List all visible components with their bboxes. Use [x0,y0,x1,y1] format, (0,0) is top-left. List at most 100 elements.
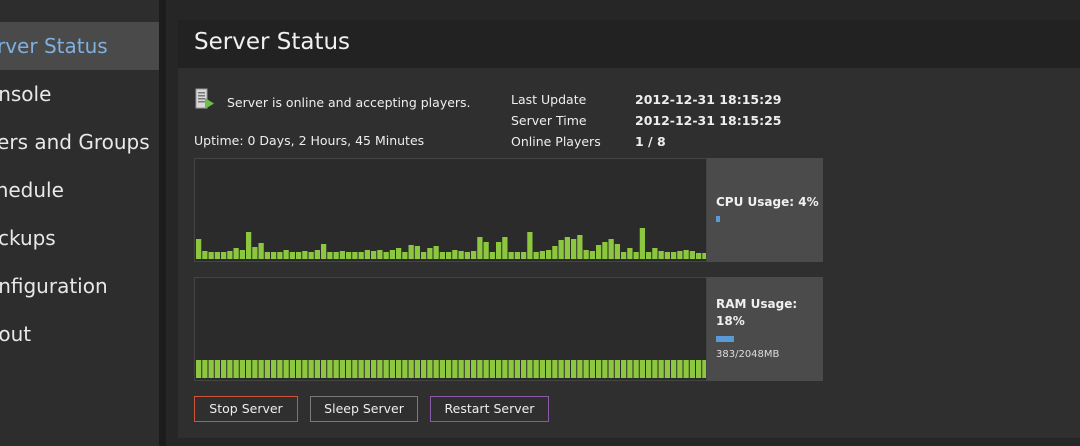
ram-history-bar [527,360,533,378]
cpu-history-bar [477,237,483,259]
ram-history-bar [214,360,220,378]
ram-history-bar [389,360,395,378]
cpu-history-bar [252,247,258,259]
ram-history-bar [264,360,270,378]
restart-server-button[interactable]: Restart Server [430,396,549,422]
ram-history-bar [471,360,477,378]
cpu-history-bar [658,251,664,259]
ram-history-bar [658,360,664,378]
cpu-history-bar [408,245,414,259]
ram-history-bar [414,360,420,378]
cpu-history-bar [583,250,589,259]
ram-history-bar [552,360,558,378]
cpu-history-bar [677,251,683,259]
ram-history-bar [546,360,552,378]
ram-history-bar [252,360,258,378]
ram-history-bar [383,360,389,378]
cpu-history-bar [571,239,577,259]
cpu-history-bar [346,252,352,259]
ram-history-bar [302,360,308,378]
cpu-history-bar [639,228,645,259]
ram-history-bar [596,360,602,378]
sidebar-item-console[interactable]: Console [0,70,159,118]
cpu-history-bar [464,252,470,259]
cpu-history-bar [683,250,689,259]
sidebar-item-users-and-groups[interactable]: Users and Groups [0,118,159,166]
ram-history-bar [589,360,595,378]
cpu-history-bar [327,252,333,259]
ram-history-bar [196,360,202,378]
sidebar-item-schedule[interactable]: Schedule [0,166,159,214]
cpu-history-bar [289,252,295,259]
cpu-history-bar [277,252,283,259]
ram-history-bar [483,360,489,378]
ram-history-bar [477,360,483,378]
cpu-history-bar [377,250,383,259]
server-status-message: Server is online and accepting players. [227,95,471,110]
ram-usage-percent: 18% [716,314,745,328]
ram-usage-chart [196,360,706,378]
app-root: Server Status Console Users and Groups S… [0,0,1080,446]
cpu-history-bar [521,252,527,259]
ram-history-bar [439,360,445,378]
cpu-history-bar [527,232,533,259]
sidebar-item-configuration[interactable]: Configuration [0,262,159,310]
cpu-history-bar [671,252,677,259]
ram-history-bar [308,360,314,378]
cpu-history-bar [352,252,358,259]
cpu-history-bar [589,251,595,259]
stop-server-button[interactable]: Stop Server [194,396,298,422]
cpu-history-bar [496,242,502,259]
ram-usage-graph [194,277,707,381]
cpu-history-bar [396,248,402,259]
cpu-usage-graph [194,158,707,262]
cpu-history-bar [489,252,495,259]
ram-history-bar [314,360,320,378]
sleep-server-button[interactable]: Sleep Server [310,396,418,422]
ram-history-bar [558,360,564,378]
ram-history-bar [521,360,527,378]
ram-history-bar [621,360,627,378]
cpu-history-bar [427,248,433,259]
ram-history-bar [221,360,227,378]
ram-history-bar [577,360,583,378]
sidebar-item-about[interactable]: About [0,310,159,358]
cpu-usage-chart [196,228,706,259]
cpu-history-bar [402,252,408,259]
cpu-history-bar [308,252,314,259]
ram-history-bar [627,360,633,378]
ram-history-bar [664,360,670,378]
cpu-history-bar [446,252,452,259]
ram-history-bar [364,360,370,378]
cpu-history-bar [689,251,695,259]
cpu-usage-label: CPU Usage: 4% [716,195,819,209]
ram-history-bar [677,360,683,378]
cpu-history-bar [264,252,270,259]
ram-history-bar [246,360,252,378]
sidebar-item-server-status[interactable]: Server Status [0,22,159,70]
cpu-history-bar [621,252,627,259]
ram-history-bar [271,360,277,378]
cpu-history-bar [439,252,445,259]
ram-history-bar [496,360,502,378]
sidebar-item-backups[interactable]: Backups [0,214,159,262]
ram-history-bar [514,360,520,378]
cpu-history-bar [414,246,420,259]
server-time-value: 2012-12-31 18:15:25 [635,113,782,128]
cpu-history-bar [514,252,520,259]
ram-history-bar [339,360,345,378]
ram-history-bar [508,360,514,378]
last-update-value: 2012-12-31 18:15:29 [635,92,782,107]
last-update-label: Last Update [511,92,587,107]
ram-history-bar [696,360,702,378]
uptime-text: Uptime: 0 Days, 2 Hours, 45 Minutes [194,133,425,148]
ram-history-bar [608,360,614,378]
cpu-history-bar [602,242,608,259]
cpu-history-bar [314,250,320,259]
cpu-history-bar [552,246,558,259]
cpu-history-bar [227,251,233,259]
ram-usage-detail: 383/2048MB [716,349,780,360]
ram-history-bar [671,360,677,378]
cpu-history-bar [596,245,602,259]
server-time-label: Server Time [511,113,587,128]
